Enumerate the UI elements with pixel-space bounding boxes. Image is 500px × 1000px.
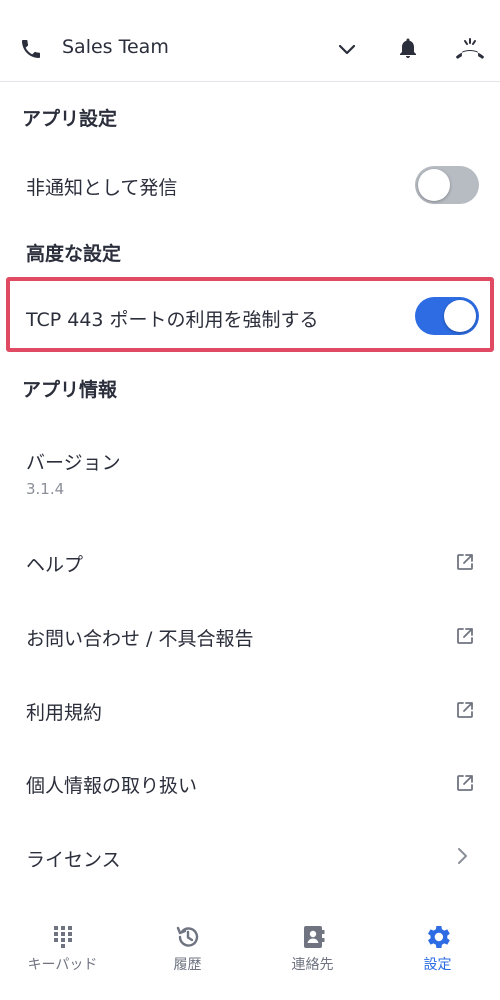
team-name[interactable]: Sales Team bbox=[62, 36, 169, 58]
tab-settings[interactable]: 設定 bbox=[375, 914, 500, 1000]
history-icon bbox=[176, 926, 198, 947]
bell-icon[interactable] bbox=[396, 36, 420, 60]
hide-caller-id-toggle[interactable] bbox=[415, 166, 479, 204]
privacy-link[interactable]: 個人情報の取り扱い bbox=[26, 771, 197, 798]
chevron-down-icon[interactable] bbox=[336, 38, 358, 60]
external-link-icon[interactable] bbox=[455, 552, 475, 572]
bottom-tab-bar: キーパッド 履歴 連絡先 設定 bbox=[0, 914, 500, 1000]
tab-keypad[interactable]: キーパッド bbox=[0, 914, 125, 1000]
tab-label: 設定 bbox=[423, 957, 452, 973]
force-tcp443-toggle[interactable] bbox=[415, 297, 479, 335]
section-advanced-settings-title: 高度な設定 bbox=[26, 243, 122, 265]
section-app-settings-title: アプリ設定 bbox=[22, 108, 118, 130]
external-link-icon[interactable] bbox=[455, 773, 475, 793]
app-header: Sales Team bbox=[0, 0, 500, 82]
tab-history[interactable]: 履歴 bbox=[125, 914, 250, 1000]
force-tcp443-label: TCP 443 ポートの利用を強制する bbox=[26, 309, 319, 331]
toggle-knob bbox=[418, 169, 450, 201]
hangup-icon[interactable] bbox=[456, 36, 484, 60]
tab-label: 連絡先 bbox=[291, 957, 334, 973]
version-label: バージョン bbox=[26, 452, 121, 474]
license-link[interactable]: ライセンス bbox=[26, 845, 121, 872]
terms-link[interactable]: 利用規約 bbox=[26, 698, 102, 725]
contacts-icon bbox=[303, 926, 324, 948]
tab-label: 履歴 bbox=[173, 957, 202, 973]
toggle-knob bbox=[444, 300, 476, 332]
keypad-icon bbox=[53, 926, 72, 948]
hide-caller-id-label: 非通知として発信 bbox=[26, 177, 178, 199]
tab-contacts[interactable]: 連絡先 bbox=[250, 914, 375, 1000]
phone-icon bbox=[22, 40, 40, 58]
external-link-icon[interactable] bbox=[455, 626, 475, 646]
tab-label: キーパッド bbox=[27, 957, 98, 973]
external-link-icon[interactable] bbox=[455, 700, 475, 720]
chevron-right-icon[interactable] bbox=[455, 846, 469, 866]
contact-link[interactable]: お問い合わせ / 不具合報告 bbox=[26, 624, 253, 651]
section-app-info-title: アプリ情報 bbox=[22, 379, 118, 401]
gear-icon bbox=[427, 926, 450, 948]
version-value: 3.1.4 bbox=[26, 480, 65, 498]
help-link[interactable]: ヘルプ bbox=[26, 550, 83, 577]
